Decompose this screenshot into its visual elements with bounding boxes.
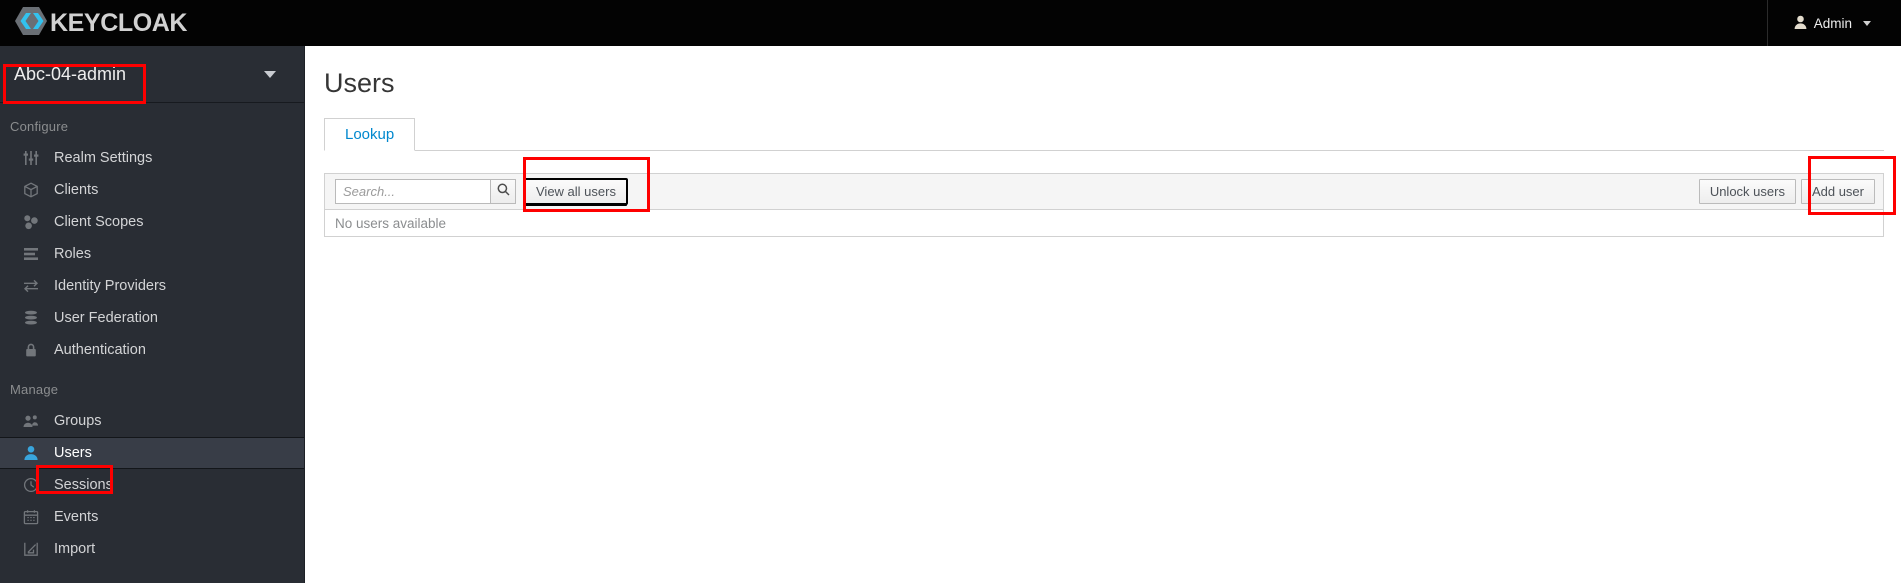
sidebar-item-client-scopes[interactable]: Client Scopes bbox=[0, 206, 304, 238]
sidebar-item-roles[interactable]: Roles bbox=[0, 238, 304, 270]
sidebar: Abc-04-admin Configure Realm Settings Cl… bbox=[0, 46, 305, 583]
search-button[interactable] bbox=[490, 179, 516, 204]
tab-bar: Lookup bbox=[324, 118, 1884, 151]
user-avatar-icon bbox=[1794, 15, 1807, 32]
lock-icon bbox=[22, 341, 40, 359]
group-icon bbox=[22, 412, 40, 430]
sidebar-item-authentication[interactable]: Authentication bbox=[0, 334, 304, 366]
list-icon bbox=[22, 245, 40, 263]
import-icon bbox=[22, 540, 40, 558]
realm-selector[interactable]: Abc-04-admin bbox=[0, 46, 304, 103]
sidebar-item-label: Realm Settings bbox=[54, 149, 153, 166]
brand-logo[interactable]: KEYCLOAK bbox=[0, 0, 187, 46]
sidebar-item-identity-providers[interactable]: Identity Providers bbox=[0, 270, 304, 302]
masthead: KEYCLOAK Admin bbox=[0, 0, 1901, 46]
sidebar-item-label: Clients bbox=[54, 181, 99, 198]
keycloak-logo-icon bbox=[14, 5, 48, 42]
users-table-body: No users available bbox=[324, 210, 1884, 237]
sidebar-item-realm-settings[interactable]: Realm Settings bbox=[0, 142, 304, 174]
sidebar-item-users[interactable]: Users bbox=[0, 437, 304, 469]
main-content: Users Lookup View all users Unlock users… bbox=[306, 46, 1901, 583]
search-group bbox=[335, 179, 516, 204]
exchange-icon bbox=[22, 277, 40, 295]
admin-menu-label: Admin bbox=[1813, 15, 1852, 31]
sidebar-item-label: Roles bbox=[54, 245, 92, 262]
sidebar-item-label: User Federation bbox=[54, 309, 158, 326]
realm-selector-label: Abc-04-admin bbox=[14, 63, 127, 84]
sidebar-item-label: Sessions bbox=[54, 476, 113, 493]
page-title: Users bbox=[324, 68, 395, 98]
search-icon bbox=[497, 183, 510, 201]
admin-menu[interactable]: Admin bbox=[1766, 0, 1901, 46]
add-user-button[interactable]: Add user bbox=[1800, 179, 1875, 204]
sidebar-item-label: Identity Providers bbox=[54, 277, 167, 294]
sidebar-item-label: Client Scopes bbox=[54, 213, 144, 230]
nav-section-configure-title: Configure bbox=[10, 119, 69, 134]
sidebar-item-events[interactable]: Events bbox=[0, 501, 304, 533]
search-input[interactable] bbox=[335, 179, 490, 204]
brand-text: KEYCLOAK bbox=[50, 8, 188, 37]
database-icon bbox=[22, 309, 40, 327]
nav-section-manage-title: Manage bbox=[10, 382, 59, 397]
unlock-users-button[interactable]: Unlock users bbox=[1698, 179, 1796, 204]
sidebar-item-label: Groups bbox=[54, 412, 102, 429]
toolbar-actions: Unlock users Add user bbox=[1698, 179, 1877, 204]
sidebar-item-clients[interactable]: Clients bbox=[0, 174, 304, 206]
calendar-icon bbox=[22, 508, 40, 526]
empty-state-message: No users available bbox=[335, 215, 447, 231]
sidebar-item-groups[interactable]: Groups bbox=[0, 405, 304, 437]
tab-lookup[interactable]: Lookup bbox=[324, 118, 416, 151]
view-all-users-button[interactable]: View all users bbox=[524, 178, 628, 205]
clock-icon bbox=[22, 476, 40, 494]
sidebar-item-label: Events bbox=[54, 508, 99, 525]
sliders-icon bbox=[22, 149, 40, 167]
sidebar-item-label: Authentication bbox=[54, 341, 146, 358]
sidebar-item-import[interactable]: Import bbox=[0, 533, 304, 565]
cube-icon bbox=[22, 181, 40, 199]
chevron-down-icon bbox=[264, 70, 276, 78]
sidebar-item-sessions[interactable]: Sessions bbox=[0, 469, 304, 501]
chevron-down-icon bbox=[1863, 20, 1871, 26]
sidebar-item-label: Users bbox=[54, 444, 92, 461]
sidebar-item-user-federation[interactable]: User Federation bbox=[0, 302, 304, 334]
user-icon bbox=[22, 444, 40, 462]
users-toolbar: View all users Unlock users Add user bbox=[324, 173, 1884, 210]
sidebar-item-label: Import bbox=[54, 540, 96, 557]
blocks-icon bbox=[22, 213, 40, 231]
